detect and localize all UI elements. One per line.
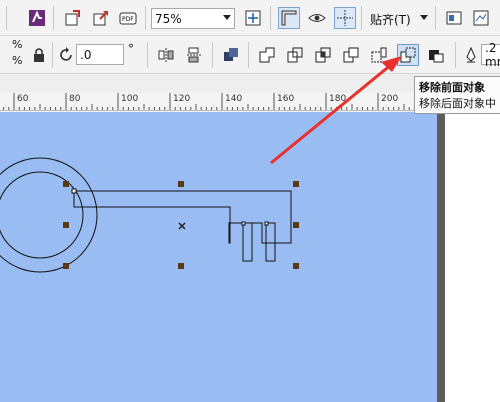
toolbar-separator bbox=[145, 6, 146, 30]
ruler-tick-label: 180 bbox=[329, 94, 347, 104]
simplify-icon[interactable] bbox=[340, 44, 362, 66]
toolbar-separator bbox=[147, 42, 148, 68]
key-bow-outer-circle[interactable] bbox=[0, 157, 98, 273]
zoom-level-dropdown[interactable]: 75% bbox=[151, 8, 235, 29]
publish-pdf-icon[interactable]: PDF bbox=[117, 7, 139, 29]
property-bar: % % .0 ° .2 mm bbox=[0, 36, 500, 74]
scale-percent-label-top: % bbox=[12, 38, 23, 51]
selection-handle-bottom-left[interactable] bbox=[63, 263, 69, 269]
weld-icon[interactable] bbox=[256, 44, 278, 66]
toolbar-separator bbox=[270, 6, 271, 30]
chevron-down-icon[interactable] bbox=[420, 15, 428, 20]
application-options-icon[interactable] bbox=[470, 7, 492, 29]
selection-handle-middle-right[interactable] bbox=[293, 222, 299, 228]
rotation-angle-value: .0 bbox=[80, 47, 92, 62]
page-area[interactable] bbox=[445, 112, 500, 402]
selection-handle-middle-left[interactable] bbox=[63, 222, 69, 228]
toolbar-separator bbox=[52, 42, 53, 68]
svg-text:PDF: PDF bbox=[122, 16, 134, 23]
rotation-angle-icon bbox=[56, 44, 78, 66]
toolbar-separator bbox=[455, 42, 456, 68]
application-launcher-icon[interactable] bbox=[26, 7, 48, 29]
show-guidelines-icon[interactable] bbox=[334, 7, 356, 29]
import-icon[interactable] bbox=[62, 7, 84, 29]
rotation-angle-input[interactable]: .0 bbox=[76, 44, 124, 65]
key-tooth-left[interactable] bbox=[242, 222, 253, 262]
lock-ratio-icon[interactable] bbox=[28, 44, 50, 66]
tooltip: 移除前面对象 移除后面对象中 bbox=[414, 76, 500, 114]
back-minus-front-icon[interactable] bbox=[397, 44, 419, 66]
tooltip-title: 移除前面对象 bbox=[419, 81, 485, 94]
outline-pen-icon bbox=[460, 44, 482, 66]
toolbar-separator bbox=[53, 6, 54, 30]
ruler-tick-label: 200 bbox=[381, 94, 399, 104]
tooltip-description: 移除后面对象中 bbox=[419, 97, 496, 110]
ruler-tick-label: 120 bbox=[173, 94, 191, 104]
selection-handle-top-right[interactable] bbox=[293, 181, 299, 187]
horizontal-ruler[interactable]: 60 80 100 120 140 160 180 200 bbox=[0, 93, 445, 111]
intersect-icon[interactable] bbox=[312, 44, 334, 66]
selection-handle-bottom-right[interactable] bbox=[293, 263, 299, 269]
ruler-tick-label: 140 bbox=[225, 94, 243, 104]
ruler-tick-label: 60 bbox=[17, 94, 29, 104]
selection-handle-bottom-center[interactable] bbox=[178, 263, 184, 269]
drawing-canvas[interactable] bbox=[0, 112, 437, 402]
center-of-rotation-marker[interactable] bbox=[178, 222, 186, 230]
combine-icon[interactable] bbox=[220, 44, 242, 66]
selection-handle-top-center[interactable] bbox=[178, 181, 184, 187]
key-bow-inner-circle[interactable] bbox=[0, 171, 84, 259]
toolbar-separator bbox=[361, 6, 362, 30]
mirror-horizontal-icon[interactable] bbox=[155, 44, 177, 66]
toolbar-separator bbox=[435, 6, 436, 30]
key-tooth-right[interactable] bbox=[265, 222, 276, 262]
degree-symbol: ° bbox=[128, 42, 134, 56]
toolbar-separator bbox=[212, 42, 213, 68]
export-icon[interactable] bbox=[90, 7, 112, 29]
outline-width-input[interactable]: .2 mm bbox=[481, 41, 500, 69]
outline-width-value: .2 mm bbox=[485, 40, 500, 69]
scale-percent-label-bottom: % bbox=[12, 54, 23, 67]
ruler-tick-label: 160 bbox=[277, 94, 295, 104]
view-eye-icon[interactable] bbox=[306, 7, 328, 29]
ruler-ticks bbox=[3, 93, 441, 110]
front-minus-back-icon[interactable] bbox=[368, 44, 390, 66]
toolbar-separator bbox=[6, 6, 7, 30]
show-rulers-icon[interactable] bbox=[278, 7, 300, 29]
create-boundary-icon[interactable] bbox=[425, 44, 447, 66]
options-icon[interactable] bbox=[443, 7, 465, 29]
mirror-vertical-icon[interactable] bbox=[183, 44, 205, 66]
zoom-to-page-icon[interactable] bbox=[242, 7, 264, 29]
drawing-area bbox=[0, 157, 299, 273]
chevron-down-icon bbox=[223, 15, 231, 20]
toolbar-separator bbox=[248, 42, 249, 68]
snap-to-menu-label[interactable]: 贴齐(T) bbox=[370, 11, 411, 28]
path-node[interactable] bbox=[241, 221, 246, 226]
trim-icon[interactable] bbox=[284, 44, 306, 66]
ruler-tick-label: 100 bbox=[121, 94, 139, 104]
page-shadow bbox=[437, 112, 445, 402]
path-node[interactable] bbox=[264, 221, 269, 226]
standard-toolbar: PDF 75% 贴齐(T) bbox=[0, 0, 500, 36]
zoom-level-value: 75% bbox=[155, 11, 182, 26]
ruler-tick-label: 80 bbox=[69, 94, 81, 104]
selected-node[interactable] bbox=[71, 188, 77, 194]
selection-handle-top-left[interactable] bbox=[63, 181, 69, 187]
key-shaft-outline[interactable] bbox=[73, 190, 292, 244]
